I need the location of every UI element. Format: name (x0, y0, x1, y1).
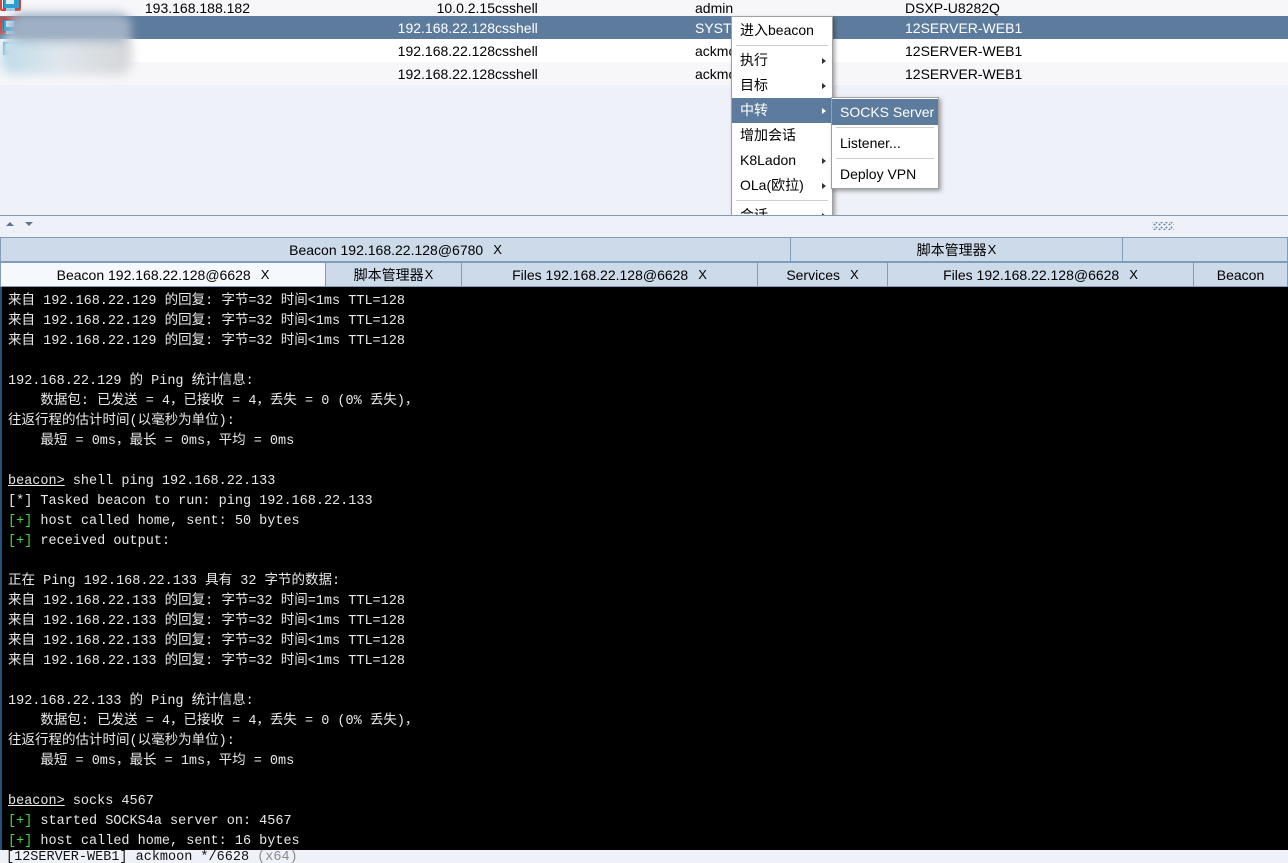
tab-close-icon[interactable]: X (493, 242, 502, 257)
tab-label: Beacon (1216, 266, 1265, 283)
submenu-item-socks-server[interactable]: SOCKS Server (832, 99, 938, 125)
tab-label: Services (786, 266, 840, 283)
table-row[interactable]: 193.168.188.182 10.0.2.15 csshell admin … (0, 0, 1288, 16)
tab-empty-slot[interactable] (1123, 237, 1288, 262)
submenu-item-listener[interactable]: Listener... (832, 130, 938, 156)
cell-internal-ip: 192.168.22.128 (397, 65, 495, 82)
chevron-right-icon (822, 107, 826, 114)
tab-close-icon[interactable]: X (425, 267, 434, 282)
menu-item-label: OLa(欧拉) (740, 177, 804, 193)
tab-close-icon[interactable]: X (698, 267, 707, 282)
table-row[interactable]: 192.168.22.128 csshell ackmoon 12SERVER-… (0, 39, 1288, 62)
status-main: [12SERVER-WEB1] ackmoon */6628 (6, 850, 250, 863)
tab-files-6628-a[interactable]: Files 192.168.22.128@6628 X (462, 262, 758, 287)
tab-label: Beacon 192.168.22.128@6780 (289, 241, 484, 258)
splitter-grip-icon[interactable] (1152, 222, 1174, 230)
menu-item-label: K8Ladon (740, 152, 797, 168)
pane-splitter[interactable] (0, 215, 1288, 239)
tab-label: 脚本管理器 (916, 241, 987, 258)
cell-computer: 12SERVER-WEB1 (905, 65, 1023, 82)
menu-item-add-session[interactable]: 增加会话 (732, 123, 832, 148)
cell-listener: csshell (495, 42, 538, 59)
chevron-right-icon (822, 57, 826, 64)
menu-item-pivoting[interactable]: 中转 (732, 98, 832, 123)
cell-computer: 12SERVER-WEB1 (905, 19, 1023, 36)
tab-close-icon[interactable]: X (988, 242, 997, 257)
tab-label: Files 192.168.22.128@6628 (943, 266, 1120, 283)
table-row[interactable]: 192.168.22.128 csshell SYSTEM 12SERVER-W… (0, 16, 1288, 39)
cell-listener: csshell (495, 65, 538, 82)
cell-computer: DSXP-U8282Q (905, 0, 1000, 16)
menu-item-execute[interactable]: 执行 (732, 48, 832, 73)
cell-user: admin (695, 0, 734, 16)
submenu-item-label: Deploy VPN (840, 166, 917, 182)
submenu-item-label: Listener... (840, 135, 901, 151)
tab-services[interactable]: Services X (758, 262, 888, 287)
status-bar: [12SERVER-WEB1] ackmoon */6628 (x64) (0, 850, 1288, 863)
beacon-console[interactable]: 来自 192.168.22.129 的回复: 字节=32 时间<1ms TTL=… (0, 287, 1288, 850)
menu-item-enter-beacon[interactable]: 进入beacon (732, 18, 832, 43)
tab-bar-row-1: Beacon 192.168.22.128@6780 X 脚本管理器 X (0, 237, 1288, 262)
cell-listener: csshell (495, 19, 538, 36)
cell-internal-ip: 192.168.22.128 (397, 42, 495, 59)
submenu-item-label: SOCKS Server (840, 104, 935, 120)
collapse-up-icon[interactable] (6, 222, 14, 226)
menu-item-ola[interactable]: OLa(欧拉) (732, 173, 832, 198)
menu-item-label: 目标 (740, 77, 768, 93)
chevron-right-icon (822, 157, 826, 164)
splitter-arrows[interactable] (6, 222, 33, 226)
tab-close-icon[interactable]: X (850, 267, 859, 282)
submenu-item-deploy-vpn[interactable]: Deploy VPN (832, 161, 938, 187)
cell-computer: 12SERVER-WEB1 (905, 42, 1023, 59)
menu-separator (736, 45, 828, 46)
chevron-right-icon (822, 82, 826, 89)
console-output: 来自 192.168.22.129 的回复: 字节=32 时间<1ms TTL=… (8, 294, 419, 849)
menu-separator (836, 158, 934, 159)
tab-label: Files 192.168.22.128@6628 (512, 266, 689, 283)
cell-internal-ip: 192.168.22.128 (397, 19, 495, 36)
tab-script-manager-2[interactable]: 脚本管理器 X (326, 262, 462, 287)
menu-separator (736, 200, 828, 201)
sessions-table: 193.168.188.182 10.0.2.15 csshell admin … (0, 0, 1288, 85)
menu-item-k8ladon[interactable]: K8Ladon (732, 148, 832, 173)
host-icon (0, 0, 22, 13)
status-suffix: (x64) (257, 850, 298, 863)
cell-internal-ip: 10.0.2.15 (436, 0, 495, 16)
menu-item-label: 中转 (740, 102, 768, 118)
menu-separator (836, 127, 934, 128)
collapse-down-icon[interactable] (25, 222, 33, 226)
menu-item-label: 增加会话 (740, 127, 796, 143)
tab-close-icon[interactable]: X (1129, 267, 1138, 282)
menu-item-label: 执行 (740, 52, 768, 68)
app-window: 193.168.188.182 10.0.2.15 csshell admin … (0, 0, 1288, 863)
context-submenu-pivoting[interactable]: SOCKS Server Listener... Deploy VPN (831, 97, 939, 189)
tab-files-6628-b[interactable]: Files 192.168.22.128@6628 X (888, 262, 1194, 287)
tab-beacon-6780[interactable]: Beacon 192.168.22.128@6780 X (0, 237, 791, 262)
tab-label: 脚本管理器 (353, 266, 424, 283)
menu-item-label: 进入beacon (740, 22, 814, 38)
tab-label: Beacon 192.168.22.128@6628 (56, 266, 251, 283)
sessions-table-body: 193.168.188.182 10.0.2.15 csshell admin … (0, 0, 1288, 85)
tab-script-manager[interactable]: 脚本管理器 X (791, 237, 1123, 262)
context-menu[interactable]: 进入beacon 执行 目标 中转 增加会话 K8Ladon OLa(欧拉) 会… (731, 16, 833, 230)
chevron-right-icon (822, 182, 826, 189)
menu-item-target[interactable]: 目标 (732, 73, 832, 98)
sessions-table-pane: 193.168.188.182 10.0.2.15 csshell admin … (0, 0, 1288, 215)
tab-close-icon[interactable]: X (261, 267, 270, 282)
tab-beacon-6628[interactable]: Beacon 192.168.22.128@6628 X (0, 262, 326, 287)
tab-bar-row-2: Beacon 192.168.22.128@6628 X 脚本管理器 X Fil… (0, 262, 1288, 287)
redaction-blur-upper (8, 13, 132, 41)
table-row[interactable]: 192.168.22.128 csshell ackmoon 12SERVER-… (0, 62, 1288, 85)
tab-beacon-overflow[interactable]: Beacon (1194, 262, 1288, 287)
cell-listener: csshell (495, 0, 538, 16)
status-bar-text: [12SERVER-WEB1] ackmoon */6628 (x64) (6, 850, 298, 863)
